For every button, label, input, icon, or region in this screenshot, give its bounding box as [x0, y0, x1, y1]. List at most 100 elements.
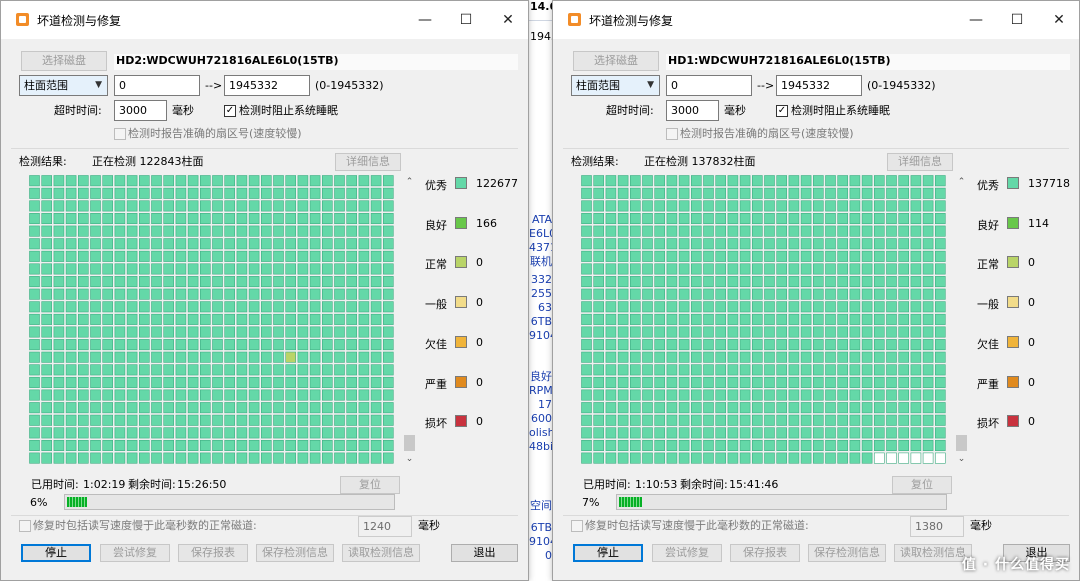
cylinder-block	[321, 427, 333, 439]
reset-button[interactable]: 复位	[340, 476, 400, 494]
timeout-input[interactable]: 3000	[666, 100, 719, 121]
chevron-down-icon[interactable]: ⌄	[954, 452, 969, 466]
save-report-button[interactable]: 保存报表	[178, 544, 248, 562]
scrollbar-thumb[interactable]	[404, 435, 415, 451]
cylinder-block	[77, 351, 89, 363]
exit-button[interactable]: 退出	[451, 544, 518, 562]
cylinder-block	[605, 364, 617, 376]
cylinder-block	[861, 263, 873, 275]
cylinder-block	[764, 213, 775, 225]
chevron-up-icon[interactable]: ⌃	[954, 175, 969, 189]
cylinder-block	[605, 313, 617, 325]
range-mode-select[interactable]: 柱面范围 ▼	[571, 75, 660, 96]
cylinder-block	[297, 439, 309, 451]
divider	[11, 515, 518, 516]
cylinder-block	[297, 364, 309, 376]
cylinder-block	[77, 301, 89, 313]
repair-slow-input[interactable]: 1380	[910, 516, 964, 537]
cylinder-block	[629, 439, 641, 451]
load-scan-info-button[interactable]: 读取检测信息	[894, 544, 972, 562]
cylinder-block	[739, 414, 751, 426]
legend-count: 0	[1028, 335, 1035, 349]
cylinder-block	[41, 351, 52, 363]
minimize-icon[interactable]: —	[410, 9, 440, 31]
reset-button[interactable]: 复位	[892, 476, 952, 494]
repair-slow-checkbox[interactable]	[571, 520, 583, 532]
disk-name: HD1:WDCWUH721816ALE6L0(15TB)	[666, 54, 1070, 70]
cylinder-block	[321, 301, 333, 313]
range-end-input[interactable]: 1945332	[224, 75, 310, 96]
cylinder-block	[297, 250, 309, 262]
cylinder-block	[886, 376, 897, 388]
map-scrollbar[interactable]: ⌃ ⌄	[402, 175, 417, 466]
cylinder-block	[581, 439, 592, 451]
cylinder-block	[102, 213, 113, 225]
title-bar[interactable]: 坏道检测与修复 — ☐ ✕	[553, 1, 1079, 39]
repair-slow-input[interactable]: 1240	[358, 516, 412, 537]
cylinder-block	[739, 250, 751, 262]
stop-button[interactable]: 停止	[573, 544, 643, 562]
report-sector-checkbox[interactable]	[114, 128, 126, 140]
close-icon[interactable]: ✕	[493, 9, 523, 31]
range-start-input[interactable]: 0	[114, 75, 200, 96]
minimize-icon[interactable]: —	[961, 9, 991, 31]
select-disk-button[interactable]: 选择磁盘	[573, 51, 659, 71]
legend-item-damaged: 损坏 0	[425, 414, 515, 430]
cylinder-block	[654, 326, 665, 338]
cylinder-block	[77, 326, 89, 338]
range-end-input[interactable]: 1945332	[776, 75, 862, 96]
background-fragment: E6L0	[529, 227, 552, 240]
chevron-up-icon[interactable]: ⌃	[402, 175, 417, 189]
cylinder-block	[605, 326, 617, 338]
range-hint: (0-1945332)	[315, 79, 384, 92]
cylinder-block	[236, 452, 248, 464]
cylinder-block	[629, 326, 641, 338]
cylinder-block	[53, 250, 65, 262]
cylinder-block	[691, 326, 702, 338]
cylinder-block	[678, 200, 690, 212]
detail-button[interactable]: 详细信息	[335, 153, 401, 171]
load-scan-info-button[interactable]: 读取检测信息	[342, 544, 420, 562]
close-icon[interactable]: ✕	[1044, 9, 1074, 31]
chevron-down-icon[interactable]: ⌄	[402, 452, 417, 466]
range-mode-select[interactable]: 柱面范围 ▼	[19, 75, 108, 96]
select-disk-button[interactable]: 选择磁盘	[21, 51, 107, 71]
cylinder-block	[849, 213, 861, 225]
range-start-input[interactable]: 0	[666, 75, 752, 96]
cylinder-block	[654, 213, 665, 225]
timeout-input[interactable]: 3000	[114, 100, 167, 121]
detail-button[interactable]: 详细信息	[887, 153, 953, 171]
cylinder-block	[321, 213, 333, 225]
try-repair-button[interactable]: 尝试修复	[100, 544, 170, 562]
prevent-sleep-checkbox[interactable]: ✓	[224, 105, 236, 117]
save-scan-info-button[interactable]: 保存检测信息	[808, 544, 886, 562]
cylinder-block	[788, 389, 800, 401]
try-repair-button[interactable]: 尝试修复	[652, 544, 722, 562]
cylinder-block	[873, 427, 885, 439]
cylinder-block	[776, 213, 787, 225]
maximize-icon[interactable]: ☐	[1002, 9, 1032, 31]
report-sector-checkbox[interactable]	[666, 128, 678, 140]
cylinder-block	[370, 225, 382, 237]
cylinder-block	[898, 263, 910, 275]
cylinder-block	[65, 351, 77, 363]
save-report-button[interactable]: 保存报表	[730, 544, 800, 562]
cylinder-block	[837, 187, 849, 199]
cylinder-block	[703, 225, 714, 237]
cylinder-block	[776, 364, 787, 376]
cylinder-block	[151, 376, 162, 388]
scrollbar-thumb[interactable]	[956, 435, 967, 451]
repair-slow-checkbox[interactable]	[19, 520, 31, 532]
cylinder-block	[114, 427, 126, 439]
maximize-icon[interactable]: ☐	[451, 9, 481, 31]
map-scrollbar[interactable]: ⌃ ⌄	[954, 175, 969, 466]
cylinder-block	[334, 414, 345, 426]
title-bar[interactable]: 坏道检测与修复 — ☐ ✕	[1, 1, 528, 39]
prevent-sleep-checkbox[interactable]: ✓	[776, 105, 788, 117]
cylinder-block	[715, 301, 726, 313]
cylinder-block	[297, 213, 309, 225]
stop-button[interactable]: 停止	[21, 544, 91, 562]
cylinder-block	[813, 225, 824, 237]
legend-label: 一般	[977, 298, 999, 312]
save-scan-info-button[interactable]: 保存检测信息	[256, 544, 334, 562]
